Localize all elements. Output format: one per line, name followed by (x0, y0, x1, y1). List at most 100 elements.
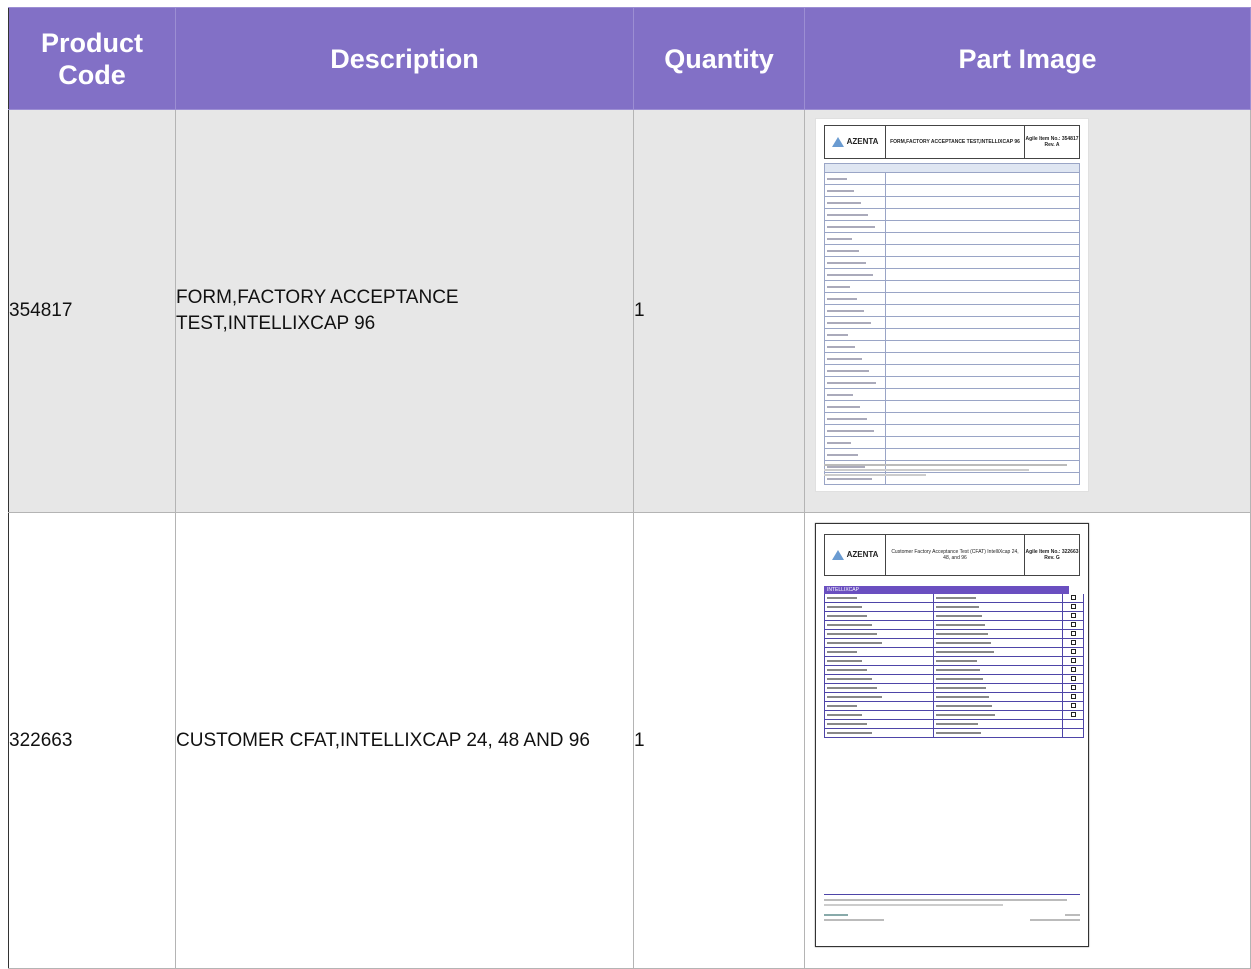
doc-footer (824, 894, 1080, 921)
doc-form-cell (825, 693, 934, 701)
checkbox-icon (1070, 604, 1076, 610)
doc-form-cell (825, 684, 934, 692)
doc-form-row-label (825, 221, 886, 232)
doc-form-cell (934, 630, 1063, 638)
doc-form-row (824, 666, 1084, 675)
doc-form-cell (825, 702, 934, 710)
checkbox-icon (1070, 703, 1076, 709)
doc-form-row-label (825, 377, 886, 388)
doc-form-cell (825, 729, 934, 737)
doc-form-cell (934, 693, 1063, 701)
doc-form-row (824, 684, 1084, 693)
doc-form-row (824, 389, 1080, 401)
parts-table: Product Code Description Quantity Part I… (8, 7, 1251, 969)
doc-form-cell (1063, 639, 1083, 647)
doc-form-cell (825, 675, 934, 683)
header-quantity: Quantity (633, 7, 805, 110)
doc-form-cell (934, 675, 1063, 683)
doc-form-row-label (825, 449, 886, 460)
checkbox-icon (1070, 631, 1076, 637)
doc-form-row (824, 377, 1080, 389)
doc-form-row (824, 185, 1080, 197)
part-image-cell: AZENTA FORM,FACTORY ACCEPTANCE TEST,INTE… (804, 109, 1251, 513)
doc-agile-number: Agile Item No.: 322663 Rev. G (1025, 549, 1079, 561)
checkbox-icon (1070, 658, 1076, 664)
quantity-cell: 1 (633, 109, 805, 513)
checkbox-icon (1070, 595, 1076, 601)
doc-form-cell (934, 603, 1063, 611)
doc-form-row (824, 413, 1080, 425)
doc-form-row (824, 341, 1080, 353)
doc-form-row-label (825, 281, 886, 292)
doc-form-row (824, 209, 1080, 221)
doc-form-cell (934, 729, 1063, 737)
azenta-logo: AZENTA (825, 126, 886, 158)
doc-form-row (824, 729, 1084, 738)
doc-form-row-label (825, 197, 886, 208)
doc-form-cell (1063, 630, 1083, 638)
doc-form-row (824, 281, 1080, 293)
doc-form-cell (934, 639, 1063, 647)
logo-text: AZENTA (846, 137, 879, 146)
product-code-cell: 354817 (8, 109, 176, 513)
doc-form-cell (825, 666, 934, 674)
doc-agile-number: Agile Item No.: 354817 Rev. A (1025, 136, 1079, 148)
doc-form-cell (1063, 594, 1083, 602)
doc-form-row (824, 257, 1080, 269)
doc-form-row (824, 612, 1084, 621)
doc-form-cell (934, 594, 1063, 602)
doc-form-cell (1063, 729, 1083, 737)
logo-triangle-icon (831, 550, 844, 560)
doc-form-cell (825, 711, 934, 719)
quantity-cell: 1 (633, 512, 805, 969)
doc-form-row (824, 603, 1084, 612)
doc-form-cell (1063, 621, 1083, 629)
checkbox-icon (1070, 712, 1076, 718)
doc-header: AZENTA FORM,FACTORY ACCEPTANCE TEST,INTE… (824, 125, 1080, 159)
doc-form-row (824, 702, 1084, 711)
doc-form-cell (934, 612, 1063, 620)
logo-text: AZENTA (846, 550, 879, 559)
doc-form-row (824, 648, 1084, 657)
doc-form-row (824, 449, 1080, 461)
doc-form-cell (1063, 666, 1083, 674)
doc-form-row (824, 437, 1080, 449)
doc-form-rows (824, 173, 1080, 485)
doc-form-cell (1063, 711, 1083, 719)
doc-form-row-label (825, 173, 886, 184)
doc-form-cell (825, 639, 934, 647)
doc-form-cell (825, 621, 934, 629)
doc-form-cell (934, 702, 1063, 710)
doc-header: AZENTA Customer Factory Acceptance Test … (824, 534, 1080, 576)
header-row: Product Code Description Quantity Part I… (8, 7, 1251, 110)
doc-form-row-label (825, 233, 886, 244)
doc-form-row (824, 594, 1084, 603)
description-cell: CUSTOMER CFAT,INTELLIXCAP 24, 48 AND 96 (175, 512, 634, 969)
checkbox-icon (1070, 667, 1076, 673)
doc-form-row (824, 639, 1084, 648)
part-image-form-322663[interactable]: AZENTA Customer Factory Acceptance Test … (815, 523, 1089, 947)
doc-footer (824, 464, 1080, 476)
doc-form-cell (1063, 648, 1083, 656)
doc-section-bar (824, 163, 1080, 173)
doc-form-row-label (825, 209, 886, 220)
part-image-form-354817[interactable]: AZENTA FORM,FACTORY ACCEPTANCE TEST,INTE… (815, 118, 1089, 492)
doc-form-cell (825, 648, 934, 656)
doc-form-cell (825, 612, 934, 620)
doc-form-row-label (825, 353, 886, 364)
doc-form-cell (825, 630, 934, 638)
doc-form-row-label (825, 269, 886, 280)
doc-form-row (824, 401, 1080, 413)
doc-form-row (824, 425, 1080, 437)
doc-form-row (824, 305, 1080, 317)
header-description: Description (175, 7, 634, 110)
header-product-code: Product Code (8, 7, 176, 110)
doc-form-row (824, 233, 1080, 245)
doc-form-cell (825, 657, 934, 665)
doc-form-row-label (825, 389, 886, 400)
doc-form-row (824, 711, 1084, 720)
product-code-cell: 322663 (8, 512, 176, 969)
checkbox-icon (1070, 694, 1076, 700)
doc-form-cell (1063, 675, 1083, 683)
doc-form-cell (934, 621, 1063, 629)
